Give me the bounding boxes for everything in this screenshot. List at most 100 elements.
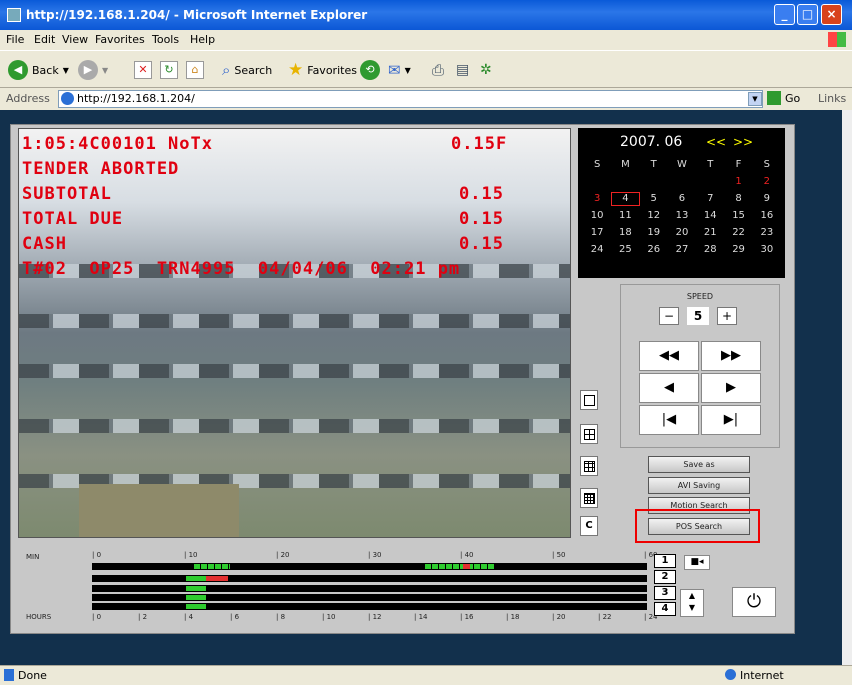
channel-2-button[interactable]: 2 [654,570,676,584]
calendar-day[interactable]: 10 [583,209,611,223]
speed-decrease-button[interactable]: − [659,307,679,325]
hour-bar-ch3[interactable] [92,594,647,601]
address-dropdown-icon[interactable]: ▼ [748,92,762,106]
weekday-header: W [677,159,687,170]
menu-edit[interactable]: Edit [34,33,55,46]
calendar-day[interactable]: 20 [668,226,696,240]
menu-tools[interactable]: Tools [152,33,179,46]
calendar-prev-button[interactable]: << [706,135,726,149]
calendar-day[interactable]: 3 [583,192,611,206]
play-forward-button[interactable]: ▶ [701,373,761,403]
calendar-day[interactable]: 29 [724,243,752,257]
calendar-day[interactable]: 22 [724,226,752,240]
minute-rec-segment [194,564,230,569]
forward-button[interactable]: ▶ ▼ [78,59,108,81]
calendar-day[interactable]: 12 [640,209,668,223]
calendar-next-button[interactable]: >> [733,135,753,149]
menu-help[interactable]: Help [190,33,215,46]
calendar-day[interactable]: 28 [696,243,724,257]
calendar-day[interactable]: 4 [611,192,640,206]
calendar-day[interactable]: 9 [753,192,781,206]
search-button[interactable]: ⌕ Search [222,59,272,81]
calendar-day[interactable]: 24 [583,243,611,257]
mail-icon: ✉ [388,61,401,79]
c-button[interactable]: C [580,516,598,536]
play-backward-button[interactable]: ◀ [639,373,699,403]
hour-bar-ch2[interactable] [92,585,647,592]
layout-3x3-button[interactable] [580,456,598,476]
save-as-button[interactable]: Save as [648,456,750,473]
tick-label: | 8 [276,613,286,621]
calendar-grid: S M T W T F S 1 2 3 4 5 6 7 8 9 10 11 12 13 14 15 16 17 18 19 20 21… [583,158,781,257]
home-button[interactable]: ⌂ [186,59,204,81]
close-button[interactable]: × [821,4,842,25]
stop-button[interactable]: ✕ [134,59,152,81]
internet-zone-icon [725,669,736,680]
calendar-day[interactable]: 2 [753,175,781,189]
channel-scroll-button[interactable]: ▲ ▼ [680,589,704,617]
calendar-day[interactable]: 15 [724,209,752,223]
layout-4x4-button[interactable] [580,488,598,508]
calendar-day[interactable]: 23 [753,226,781,240]
calendar-day[interactable]: 7 [696,192,724,206]
minimize-button[interactable]: _ [774,4,795,25]
calendar-day[interactable]: 8 [724,192,752,206]
mail-button[interactable]: ✉ ▼ [388,59,411,81]
calendar-day[interactable]: 17 [583,226,611,240]
calendar-day[interactable]: 11 [611,209,639,223]
camera-icon[interactable]: ■◂ [684,555,710,570]
calendar-day[interactable]: 21 [696,226,724,240]
calendar-day[interactable]: 1 [724,175,752,189]
avi-saving-button[interactable]: AVI Saving [648,477,750,494]
toolbar: ◀ Back ▼ ▶ ▼ ✕ ↻ ⌂ ⌕ Search ★ Favorites … [0,50,852,88]
channel-4-button[interactable]: 4 [654,602,676,616]
calendar-day[interactable]: 30 [753,243,781,257]
calendar-day[interactable]: 26 [640,243,668,257]
calendar-day[interactable]: 25 [611,243,639,257]
last-frame-button[interactable]: ▶| [701,405,761,435]
calendar-day[interactable]: 13 [668,209,696,223]
menu-file[interactable]: File [6,33,24,46]
calendar-day[interactable]: 6 [668,192,696,206]
minute-event-segment [463,564,470,569]
calendar-day[interactable]: 19 [640,226,668,240]
channel-3-button[interactable]: 3 [654,586,676,600]
refresh-button[interactable]: ↻ [160,59,178,81]
print-button[interactable]: ⎙ [432,59,444,81]
calendar-day[interactable]: 27 [668,243,696,257]
video-playback: 1:05:4C00101 NoTx 0.15F TENDER ABORTED S… [18,128,571,538]
go-arrow-icon[interactable] [767,91,781,105]
menu-favorites[interactable]: Favorites [95,33,145,46]
hour-rec-segment [186,586,206,591]
first-frame-button[interactable]: |◀ [639,405,699,435]
calendar-day[interactable]: 5 [640,192,668,206]
layout-1x1-button[interactable] [580,390,598,410]
calendar-day[interactable]: 16 [753,209,781,223]
links-button[interactable]: Links [818,92,846,105]
calendar-day[interactable]: 14 [696,209,724,223]
history-button[interactable]: ⟲ [360,59,380,81]
layout-2x2-button[interactable] [580,424,598,444]
speed-increase-button[interactable]: + [717,307,737,325]
messenger-button[interactable]: ✲ [480,59,492,81]
edit-button[interactable]: ▤ [456,59,469,81]
hour-bar-ch1[interactable] [92,575,647,582]
address-input[interactable]: http://192.168.1.204/ [58,90,763,108]
go-button[interactable]: Go [785,92,800,105]
power-icon[interactable]: ⏻ [732,587,776,617]
hour-bar-ch4[interactable] [92,603,647,610]
fast-forward-button[interactable]: ▶▶ [701,341,761,371]
vertical-scrollbar[interactable] [842,110,852,665]
channel-1-button[interactable]: 1 [654,554,676,568]
calendar-day[interactable]: 18 [611,226,639,240]
maximize-button[interactable]: □ [797,4,818,25]
osd-line-5: CASH [22,234,67,254]
status-text: Done [18,669,47,682]
address-bar: Address http://192.168.1.204/ ▼ Go Links [0,88,852,110]
favorites-button[interactable]: ★ Favorites [288,59,357,81]
tick-label: | 10 [322,613,336,621]
rewind-button[interactable]: ◀◀ [639,341,699,371]
minute-bar[interactable] [92,563,647,570]
menu-view[interactable]: View [62,33,88,46]
back-button[interactable]: ◀ Back ▼ [8,59,69,81]
